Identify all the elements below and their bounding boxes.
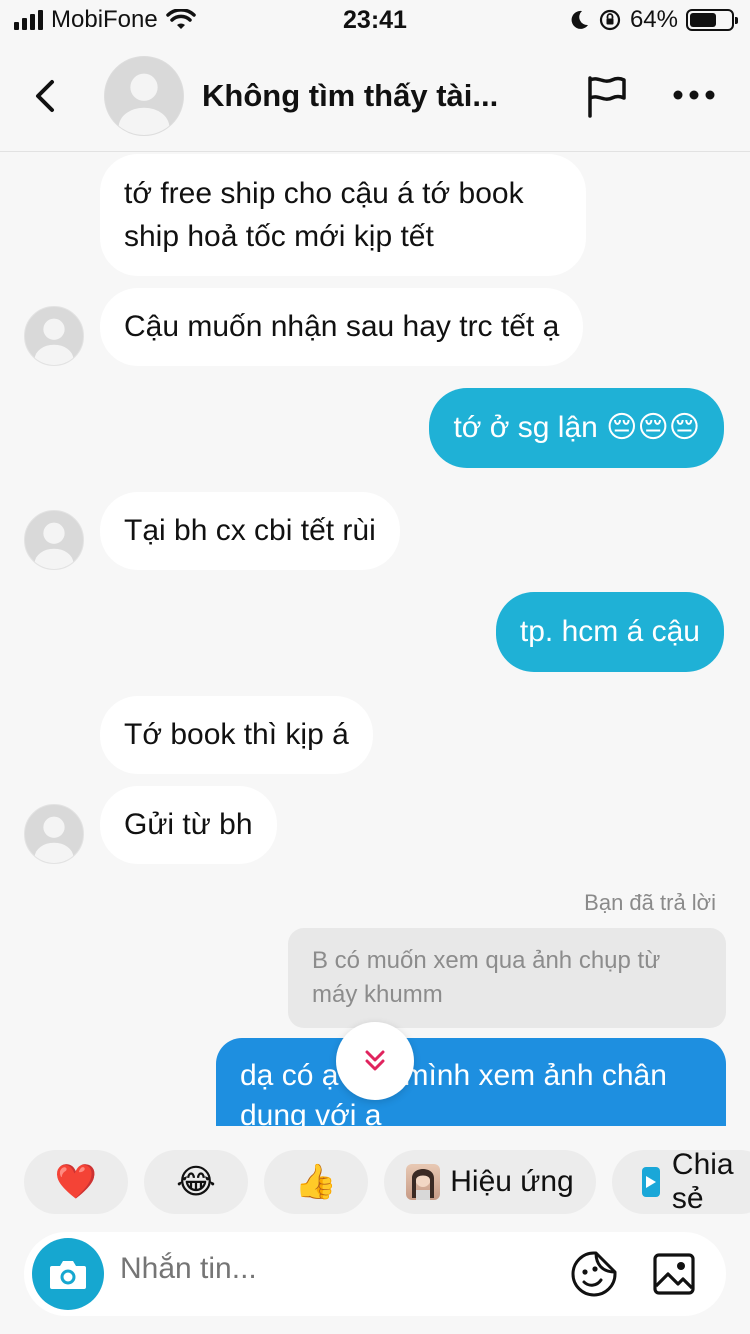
quoted-text-line: máy khumm: [312, 981, 443, 1008]
message-outgoing[interactable]: tp. hcm á cậu: [495, 592, 724, 672]
quoted-message[interactable]: B có muốn xem qua ảnh chụp từ máy khumm: [288, 928, 726, 1028]
laugh-reaction-button[interactable]: 😂: [144, 1150, 248, 1214]
laugh-emoji-icon: 😂: [176, 1163, 216, 1201]
effects-label: Hiệu ứng: [450, 1165, 574, 1198]
battery-icon: [686, 9, 738, 31]
message-incoming[interactable]: Tại bh cx cbi tết rùi: [100, 492, 400, 570]
thumbs-up-reaction-button[interactable]: 👍: [264, 1150, 368, 1214]
play-icon: [642, 1167, 660, 1197]
more-options-icon[interactable]: [672, 88, 716, 102]
default-avatar-icon: [34, 816, 74, 863]
message-outgoing-reply[interactable]: dạ có ạ cho mình xem ảnh chân dung với ạ: [216, 1038, 726, 1126]
sender-avatar[interactable]: [24, 510, 84, 570]
back-arrow-icon[interactable]: [28, 76, 64, 116]
scroll-to-bottom-button[interactable]: [336, 1022, 414, 1100]
message-text-line: ship hoả tốc mới kịp tết: [124, 220, 434, 253]
message-text-line: dạ có ạ cho mình xem ảnh chân: [240, 1059, 667, 1092]
default-avatar-icon: [118, 73, 170, 135]
rotation-lock-icon: [599, 9, 621, 31]
share-button[interactable]: Chia sẻ: [612, 1148, 750, 1215]
contact-name[interactable]: Không tìm thấy tài...: [202, 78, 498, 114]
message-incoming[interactable]: tớ free ship cho cậu á tớ book ship hoả …: [100, 154, 586, 276]
effects-button[interactable]: Hiệu ứng: [384, 1150, 596, 1214]
reply-label: Bạn đã trả lời: [584, 890, 716, 915]
contact-avatar[interactable]: [104, 56, 184, 136]
message-outgoing[interactable]: tớ ở sg lận 😔😔😔: [429, 388, 724, 468]
flag-icon[interactable]: [584, 74, 628, 118]
message-text: tớ ở sg lận 😔😔😔: [453, 411, 700, 444]
message-text: Tớ book thì kịp á: [124, 718, 349, 751]
message-composer: [24, 1232, 726, 1316]
battery-percent: 64%: [629, 6, 678, 33]
message-incoming[interactable]: Gửi từ bh: [100, 786, 277, 864]
message-incoming[interactable]: Cậu muốn nhận sau hay trc tết ạ: [100, 288, 584, 366]
message-text: Tại bh cx cbi tết rùi: [124, 514, 376, 547]
message-text: tp. hcm á cậu: [519, 615, 700, 648]
battery-fill: [690, 13, 716, 27]
chat-header: Không tìm thấy tài...: [0, 40, 750, 152]
status-right: 64%: [568, 6, 738, 34]
thumbs-up-icon: 👍: [294, 1163, 338, 1201]
moon-icon: [571, 10, 588, 29]
message-text: Gửi từ bh: [124, 808, 253, 841]
default-avatar-icon: [34, 522, 74, 569]
gallery-icon[interactable]: [652, 1252, 696, 1296]
heart-icon: ❤️: [54, 1163, 98, 1201]
share-label: Chia sẻ: [671, 1148, 734, 1215]
quick-actions-bar: ❤️ 😂 👍 Hiệu ứng Chia sẻ: [24, 1148, 750, 1215]
message-input[interactable]: [120, 1252, 520, 1286]
camera-button[interactable]: [32, 1238, 104, 1310]
camera-icon: [50, 1261, 86, 1289]
heart-reaction-button[interactable]: ❤️: [24, 1150, 128, 1214]
message-incoming[interactable]: Tớ book thì kịp á: [100, 696, 373, 774]
default-avatar-icon: [34, 318, 74, 365]
sender-avatar[interactable]: [24, 306, 84, 366]
message-text-line: dung với ạ: [240, 1099, 382, 1126]
message-text: Cậu muốn nhận sau hay trc tết ạ: [124, 310, 560, 343]
status-bar: MobiFone 23:41 64%: [0, 0, 750, 40]
double-chevron-down-icon: [365, 1050, 385, 1071]
sender-avatar[interactable]: [24, 804, 84, 864]
message-text-line: tớ free ship cho cậu á tớ book: [124, 177, 524, 210]
sticker-icon[interactable]: [570, 1250, 618, 1298]
effect-thumbnail-icon: [406, 1164, 441, 1200]
quoted-text-line: B có muốn xem qua ảnh chụp từ: [312, 947, 661, 974]
message-list[interactable]: tớ free ship cho cậu á tớ book ship hoả …: [0, 152, 750, 1126]
